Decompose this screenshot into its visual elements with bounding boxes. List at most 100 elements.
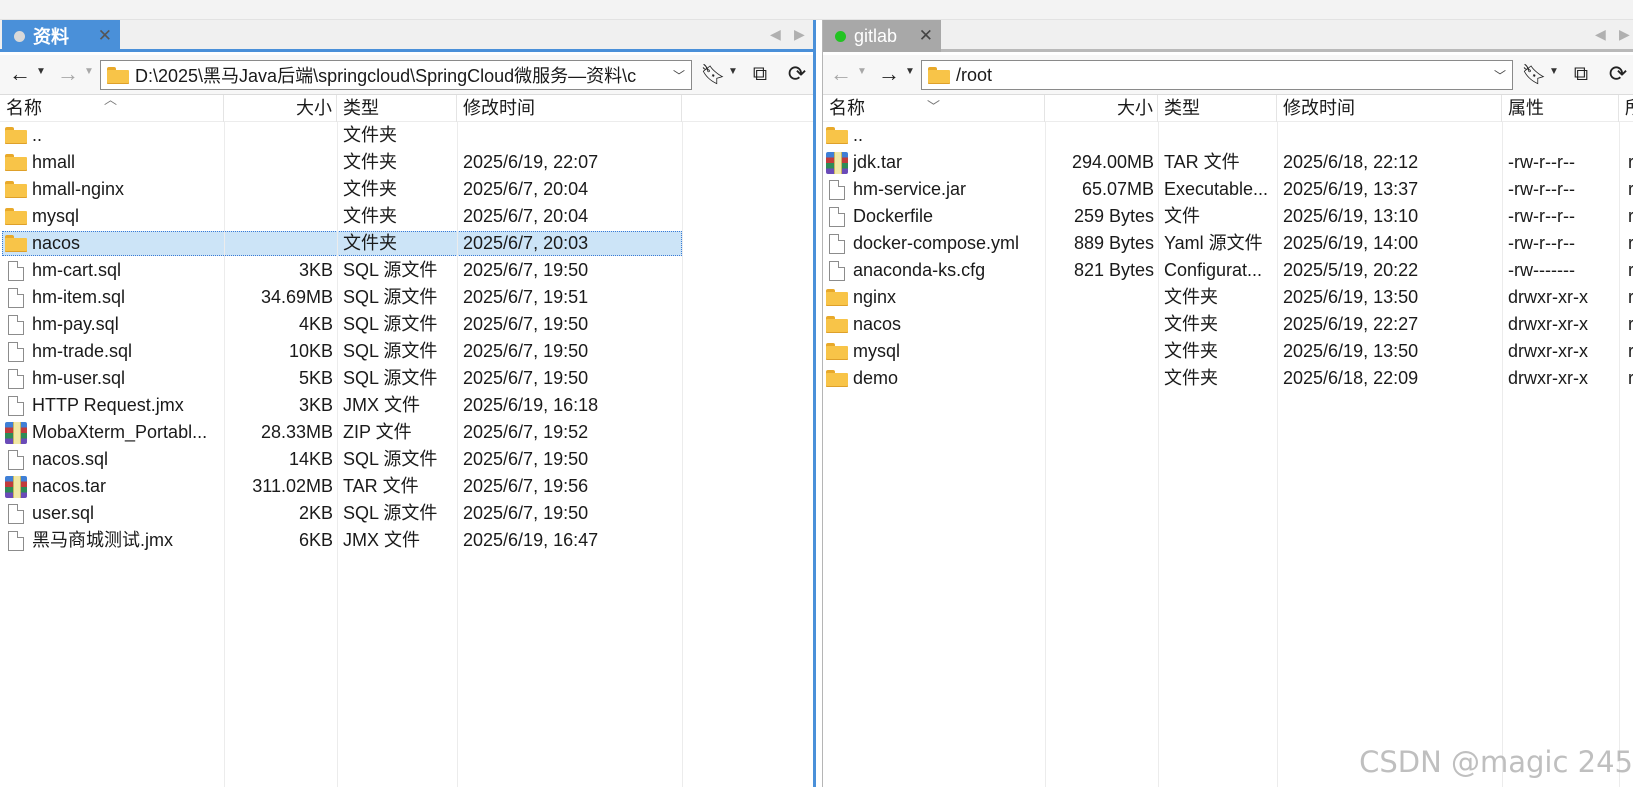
- file-name-cell: demo: [825, 365, 1041, 392]
- file-type: SQL 源文件: [343, 314, 438, 334]
- column-divider: [682, 122, 683, 787]
- file-row[interactable]: jdk.tar 294.00MB TAR 文件 2025/6/18, 22:12 -rw…: [823, 149, 1633, 176]
- file-modified: 2025/6/18, 22:09: [1283, 368, 1419, 388]
- tab-scroll-right-icon[interactable]: ▶: [1619, 26, 1630, 43]
- file-name-cell: nginx: [825, 284, 1041, 311]
- tab-local-files[interactable]: 资料 ✕: [2, 20, 120, 52]
- file-row[interactable]: hm-user.sql 5KB SQL 源文件 2025/6/7, 19:50: [0, 365, 813, 392]
- tab-scroll-left-icon[interactable]: ◀: [1595, 26, 1606, 43]
- file-size: 259 Bytes: [1073, 206, 1154, 226]
- sort-descending-icon: ﹀: [927, 99, 941, 114]
- path-input[interactable]: /root ﹀: [921, 60, 1513, 90]
- sync-folder-icon[interactable]: ⧉: [1567, 60, 1595, 88]
- column-header-type[interactable]: 类型: [1158, 95, 1277, 122]
- file-row[interactable]: docker-compose.yml 889 Bytes Yaml 源文件 2025/…: [823, 230, 1633, 257]
- tab-scroll-right-icon[interactable]: ▶: [794, 26, 805, 43]
- file-row[interactable]: hm-pay.sql 4KB SQL 源文件 2025/6/7, 19:50: [0, 311, 813, 338]
- file-attributes: -rw-------: [1508, 260, 1575, 280]
- file-attributes: drwxr-xr-x: [1508, 368, 1588, 388]
- back-history-caret-icon[interactable]: ▼: [36, 66, 46, 77]
- folder-icon: [826, 127, 848, 144]
- folder-icon: [5, 181, 27, 198]
- file-size: [1045, 338, 1154, 365]
- left-file-list: 名称 ︿ 大小 类型 修改时间 .. 文件夹 hmall 文件夹 2025/6/19, 2…: [0, 92, 813, 787]
- file-row[interactable]: mysql 文件夹 2025/6/19, 13:50 drwxr-xr-x r: [823, 338, 1633, 365]
- column-header-attributes[interactable]: 属性: [1502, 95, 1619, 122]
- tab-scroll-left-icon[interactable]: ◀: [770, 26, 781, 43]
- file-modified: 2025/6/7, 19:50: [463, 368, 589, 388]
- file-name-cell: mysql: [825, 338, 1041, 365]
- forward-arrow-icon[interactable]: →: [56, 60, 80, 88]
- file-type: 文件夹: [1164, 314, 1218, 334]
- file-modified: 2025/6/7, 20:03: [463, 233, 589, 253]
- file-row[interactable]: hmall 文件夹 2025/6/19, 22:07: [0, 149, 813, 176]
- column-header-size[interactable]: 大小: [224, 95, 337, 122]
- file-name: hm-cart.sql: [32, 260, 122, 280]
- forward-arrow-icon[interactable]: →: [877, 60, 901, 88]
- file-name-cell: nacos: [825, 311, 1041, 338]
- bookmark-icon[interactable]: 🔖︎: [1521, 60, 1546, 88]
- file-name: hmall-nginx: [32, 179, 125, 199]
- file-row[interactable]: mysql 文件夹 2025/6/7, 20:04: [0, 203, 813, 230]
- close-icon[interactable]: ✕: [919, 26, 933, 46]
- file-icon: [8, 503, 24, 524]
- column-header-owner[interactable]: 所: [1619, 95, 1633, 122]
- file-row[interactable]: nacos 文件夹 2025/6/7, 20:03: [0, 230, 813, 257]
- column-header-modified[interactable]: 修改时间: [1277, 95, 1502, 122]
- file-row[interactable]: hm-item.sql 34.69MB SQL 源文件 2025/6/7, 19:51: [0, 284, 813, 311]
- sync-folder-icon[interactable]: ⧉: [746, 60, 774, 88]
- column-divider: [224, 122, 225, 787]
- bookmark-caret-icon[interactable]: ▼: [728, 66, 738, 77]
- file-row[interactable]: nacos.sql 14KB SQL 源文件 2025/6/7, 19:50: [0, 446, 813, 473]
- forward-history-caret-icon[interactable]: ▼: [84, 66, 94, 77]
- folder-icon: [826, 316, 848, 333]
- file-row[interactable]: nacos 文件夹 2025/6/19, 22:27 drwxr-xr-x r: [823, 311, 1633, 338]
- file-name-cell: anaconda-ks.cfg: [825, 257, 1041, 284]
- file-name: demo: [853, 368, 899, 388]
- file-row[interactable]: user.sql 2KB SQL 源文件 2025/6/7, 19:50: [0, 500, 813, 527]
- file-icon-slot: [825, 233, 849, 254]
- file-type: 文件夹: [343, 179, 397, 199]
- column-header-name[interactable]: 名称 ︿: [0, 92, 224, 122]
- file-row[interactable]: ..: [823, 122, 1633, 149]
- column-header-modified[interactable]: 修改时间: [457, 95, 682, 122]
- column-header-type[interactable]: 类型: [337, 95, 457, 122]
- chevron-down-icon[interactable]: ﹀: [667, 67, 691, 84]
- file-type: SQL 源文件: [343, 260, 438, 280]
- column-header-name[interactable]: 名称 ﹀: [823, 95, 1045, 122]
- file-row[interactable]: demo 文件夹 2025/6/18, 22:09 drwxr-xr-x r: [823, 365, 1633, 392]
- file-type: TAR 文件: [343, 476, 419, 496]
- file-name-cell: hm-cart.sql: [4, 257, 218, 284]
- path-input[interactable]: D:\2025\黑马Java后端\springcloud\SpringCloud…: [100, 60, 692, 90]
- file-row[interactable]: 黑马商城测试.jmx 6KB JMX 文件 2025/6/19, 16:47: [0, 527, 813, 554]
- close-icon[interactable]: ✕: [98, 26, 112, 46]
- file-name-cell: hm-user.sql: [4, 365, 218, 392]
- file-row[interactable]: hm-service.jar 65.07MB Executable... 2025/6…: [823, 176, 1633, 203]
- file-row[interactable]: nacos.tar 311.02MB TAR 文件 2025/6/7, 19:56: [0, 473, 813, 500]
- bookmark-caret-icon[interactable]: ▼: [1549, 66, 1559, 77]
- back-arrow-icon[interactable]: ←: [829, 60, 853, 88]
- chevron-down-icon[interactable]: ﹀: [1488, 67, 1512, 84]
- file-row[interactable]: hm-trade.sql 10KB SQL 源文件 2025/6/7, 19:50: [0, 338, 813, 365]
- bookmark-icon[interactable]: 🔖︎: [700, 60, 725, 88]
- file-row[interactable]: Dockerfile 259 Bytes 文件 2025/6/19, 13:10 -rw…: [823, 203, 1633, 230]
- tab-remote-session[interactable]: gitlab ✕: [823, 20, 941, 52]
- file-row[interactable]: hm-cart.sql 3KB SQL 源文件 2025/6/7, 19:50: [0, 257, 813, 284]
- file-type: SQL 源文件: [343, 341, 438, 361]
- back-history-caret-icon[interactable]: ▼: [857, 66, 867, 77]
- refresh-icon[interactable]: ⟳: [1605, 60, 1631, 88]
- file-row[interactable]: HTTP Request.jmx 3KB JMX 文件 2025/6/19, 16:1…: [0, 392, 813, 419]
- file-row[interactable]: nginx 文件夹 2025/6/19, 13:50 drwxr-xr-x r: [823, 284, 1633, 311]
- file-row[interactable]: .. 文件夹: [0, 122, 813, 149]
- refresh-icon[interactable]: ⟳: [784, 60, 810, 88]
- column-header-size[interactable]: 大小: [1045, 95, 1158, 122]
- forward-history-caret-icon[interactable]: ▼: [905, 66, 915, 77]
- path-text: D:\2025\黑马Java后端\springcloud\SpringCloud…: [135, 66, 637, 86]
- folder-icon: [107, 66, 129, 84]
- file-row[interactable]: MobaXterm_Portabl... 28.33MB ZIP 文件 2025/6/…: [0, 419, 813, 446]
- file-row[interactable]: hmall-nginx 文件夹 2025/6/7, 20:04: [0, 176, 813, 203]
- file-name: mysql: [853, 341, 901, 361]
- file-owner: r: [1628, 230, 1633, 257]
- back-arrow-icon[interactable]: ←: [8, 60, 32, 88]
- file-row[interactable]: anaconda-ks.cfg 821 Bytes Configurat... 202…: [823, 257, 1633, 284]
